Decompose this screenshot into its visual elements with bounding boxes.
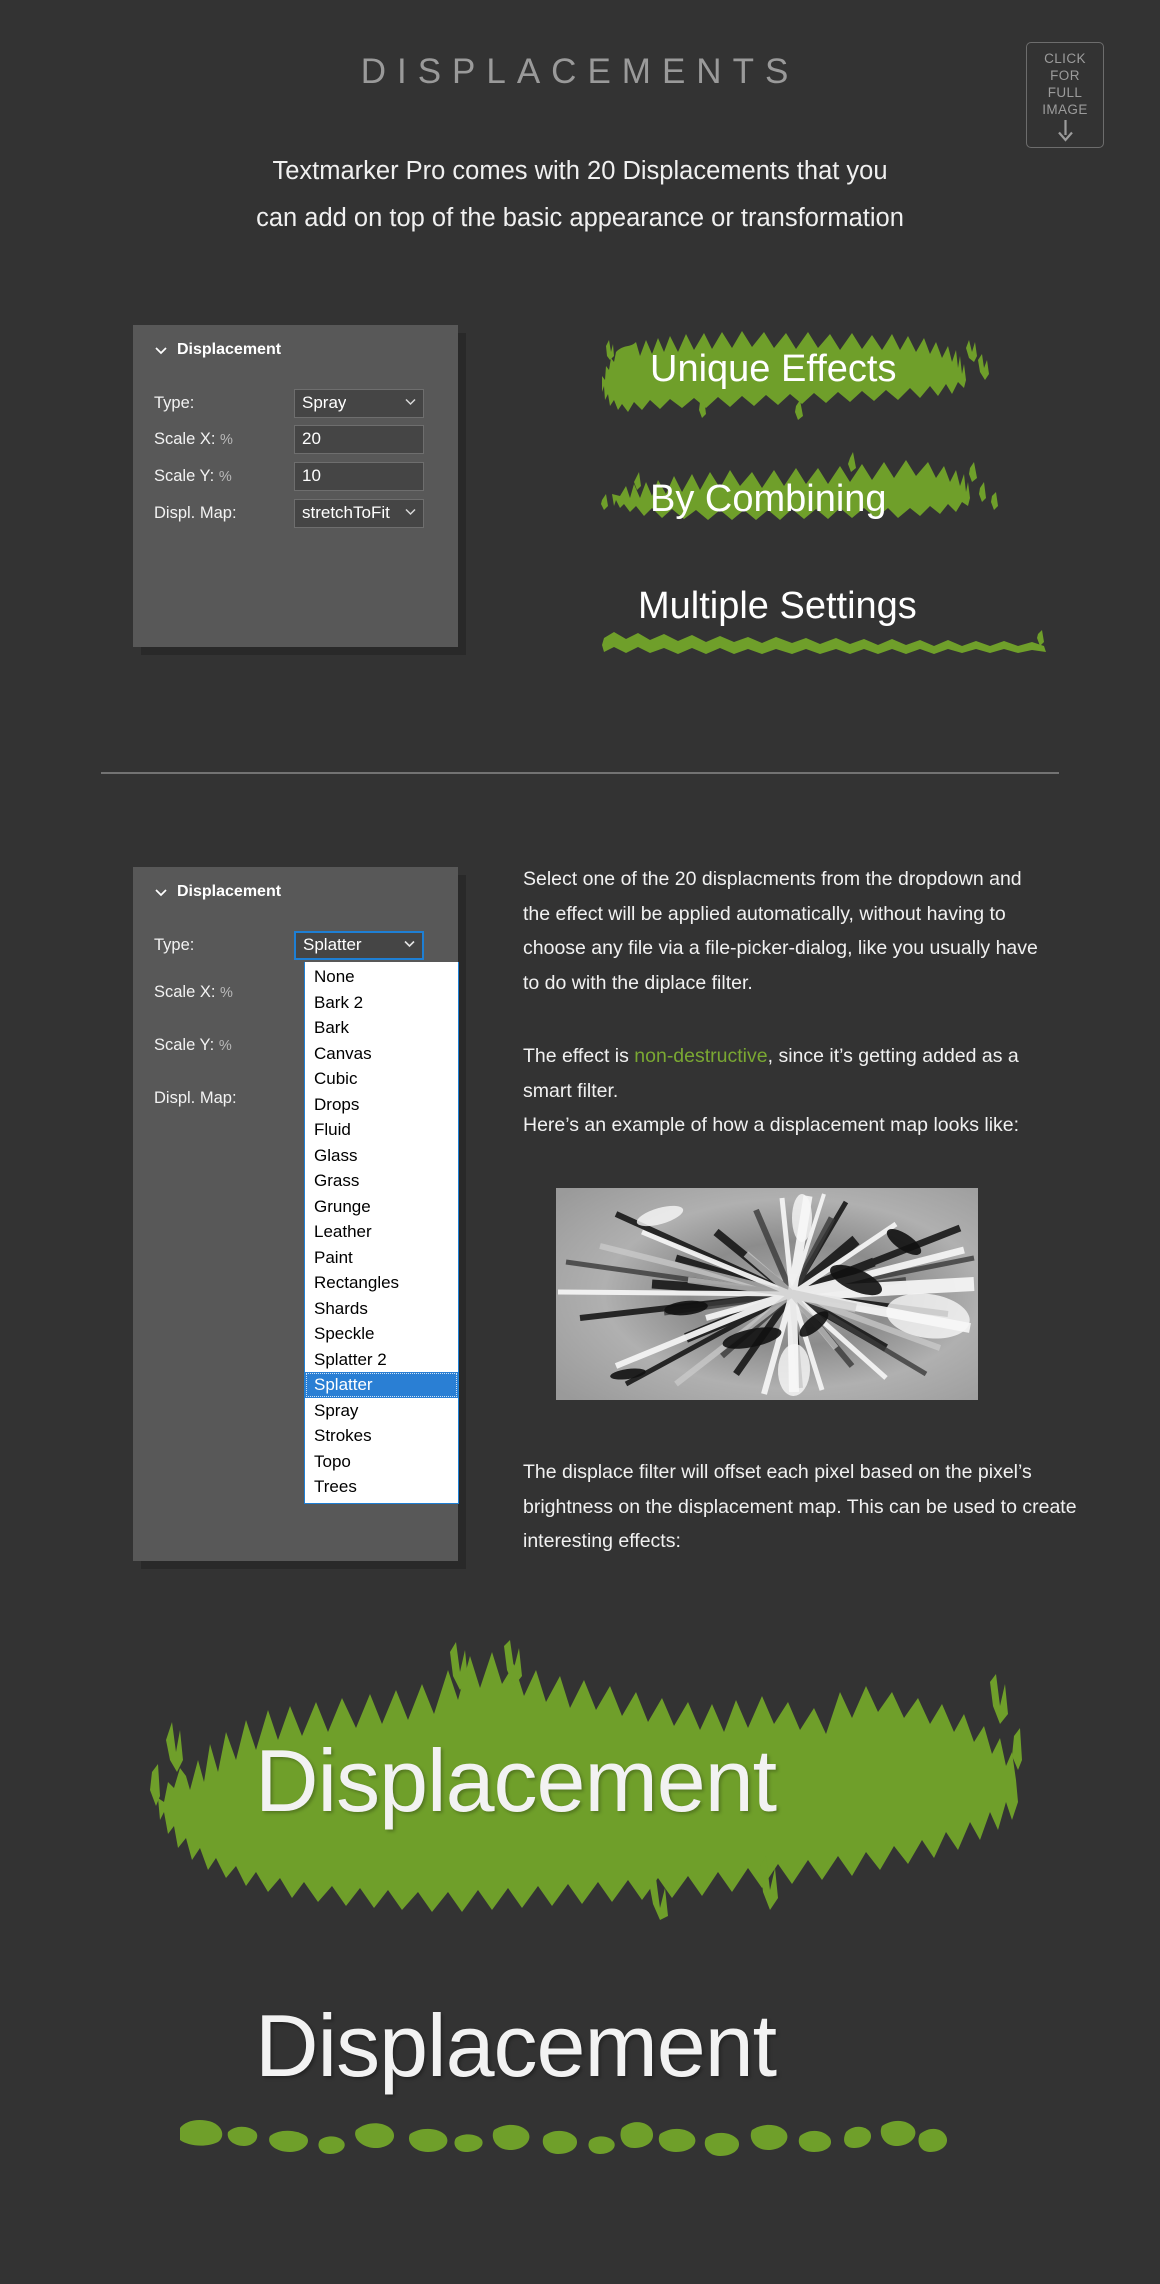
dropdown-option[interactable]: Leather xyxy=(305,1219,458,1245)
p2-accent-term: non-destructive xyxy=(634,1045,768,1067)
row-label-displ-map-bottom: Displ. Map: xyxy=(154,1088,237,1107)
dropdown-option-selected[interactable]: Splatter xyxy=(305,1372,458,1398)
dropdown-option[interactable]: Fluid xyxy=(305,1117,458,1143)
row-label-scale-y-bottom: Scale Y: % xyxy=(154,1035,232,1054)
paragraph-non-destructive: The effect is non-destructive, since it’… xyxy=(523,1039,1053,1143)
chevron-down-icon[interactable] xyxy=(154,885,168,899)
row-label-type-top: Type: xyxy=(154,393,195,412)
type-select-value-bottom: Splatter xyxy=(303,935,362,954)
dropdown-option[interactable]: Bark 2 xyxy=(305,990,458,1016)
click-for-full-image-button[interactable]: CLICK FOR FULL IMAGE xyxy=(1026,42,1104,148)
type-select-bottom[interactable]: Splatter xyxy=(294,930,424,960)
panel-header-label-bottom: Displacement xyxy=(177,883,282,900)
subtitle-line-2: can add on top of the basic appearance o… xyxy=(256,204,904,232)
displacement-map-graphic xyxy=(556,1188,978,1400)
type-select-value-top: Spray xyxy=(302,393,347,412)
section-divider xyxy=(101,772,1059,774)
dropdown-option[interactable]: Drops xyxy=(305,1092,458,1118)
dropdown-option[interactable]: Splatter 2 xyxy=(305,1347,458,1373)
badge-line-1: CLICK xyxy=(1044,51,1086,66)
dropdown-option[interactable]: Canvas xyxy=(305,1041,458,1067)
row-label-scale-x-bottom: Scale X: % xyxy=(154,982,233,1001)
dropdown-option[interactable]: Paint xyxy=(305,1245,458,1271)
type-dropdown-list[interactable]: None Bark 2 Bark Canvas Cubic Drops Flui… xyxy=(304,962,459,1504)
panel-header-label-top: Displacement xyxy=(177,341,282,358)
chevron-down-icon xyxy=(403,935,416,955)
scale-x-value-top: 20 xyxy=(302,429,321,448)
page-root: DISPLACEMENTS Textmarker Pro comes with … xyxy=(0,0,1160,2284)
dropdown-option[interactable]: Grunge xyxy=(305,1194,458,1220)
dropdown-option[interactable]: Spray xyxy=(305,1398,458,1424)
paragraph-dropdown-info: Select one of the 20 displacments from t… xyxy=(523,868,1038,994)
subtitle-line-1: Textmarker Pro comes with 20 Displacemen… xyxy=(272,157,888,185)
row-scale-y-top: Scale Y: % 10 xyxy=(154,461,440,491)
badge-line-2: FOR xyxy=(1050,68,1080,83)
scale-y-input-top[interactable]: 10 xyxy=(294,461,424,491)
row-label-displ-map-top: Displ. Map: xyxy=(154,503,237,522)
dropdown-option[interactable]: Topo xyxy=(305,1449,458,1475)
displ-map-value-top: stretchToFit xyxy=(302,503,390,522)
p2-before: The effect is xyxy=(523,1045,635,1067)
row-type-top: Type: Spray xyxy=(154,388,440,418)
dropdown-option[interactable]: Rectangles xyxy=(305,1270,458,1296)
chevron-down-icon xyxy=(404,503,417,523)
page-title: DISPLACEMENTS xyxy=(360,52,800,91)
dropdown-option[interactable]: None xyxy=(305,964,458,990)
dropdown-option[interactable]: Strokes xyxy=(305,1423,458,1449)
dropdown-option[interactable]: Trees xyxy=(305,1474,458,1500)
art-label-3: Multiple Settings xyxy=(638,585,917,627)
badge-line-3: FULL xyxy=(1047,85,1083,100)
scale-x-input-top[interactable]: 20 xyxy=(294,424,424,454)
displacement-map-sample-image xyxy=(556,1188,978,1400)
row-label-type-bottom: Type: xyxy=(154,935,195,954)
displacement-panel-top: Displacement Type: Spray Scale X: % 20 S… xyxy=(133,325,458,647)
type-select-top[interactable]: Spray xyxy=(294,388,424,418)
row-type-bottom: Type: Splatter xyxy=(154,930,440,960)
page-subtitle: Textmarker Pro comes with 20 Displacemen… xyxy=(180,148,980,242)
paragraph-displace-filter: The displace filter will offset each pix… xyxy=(523,1461,1077,1552)
chevron-down-icon[interactable] xyxy=(154,343,168,357)
row-displ-map-top: Displ. Map: stretchToFit xyxy=(154,498,440,528)
row-label-scale-y-top: Scale Y: % xyxy=(154,466,232,485)
dropdown-option[interactable]: Grass xyxy=(305,1168,458,1194)
dropdown-option[interactable]: Shards xyxy=(305,1296,458,1322)
row-label-scale-x-top: Scale X: % xyxy=(154,429,233,448)
panel-header-bottom[interactable]: Displacement xyxy=(133,867,458,901)
arrow-down-icon xyxy=(1057,120,1074,147)
dropdown-option[interactable]: Bark xyxy=(305,1015,458,1041)
displ-map-select-top[interactable]: stretchToFit xyxy=(294,498,424,528)
scale-y-value-top: 10 xyxy=(302,466,321,485)
row-scale-x-top: Scale X: % 20 xyxy=(154,424,440,454)
badge-line-4: IMAGE xyxy=(1042,102,1088,117)
p2-line-2: Here’s an example of how a displacement … xyxy=(523,1114,1020,1136)
panel-header-top[interactable]: Displacement xyxy=(133,325,458,359)
dropdown-option[interactable]: Speckle xyxy=(305,1321,458,1347)
art-label-2: By Combining xyxy=(650,478,887,520)
art-label-1: Unique Effects xyxy=(650,348,897,390)
dropdown-option[interactable]: Cubic xyxy=(305,1066,458,1092)
chevron-down-icon xyxy=(404,393,417,413)
art-label-big: Displacement xyxy=(255,1731,777,1830)
dropdown-option[interactable]: Glass xyxy=(305,1143,458,1169)
art-label-underline: Displacement xyxy=(255,1996,777,2095)
